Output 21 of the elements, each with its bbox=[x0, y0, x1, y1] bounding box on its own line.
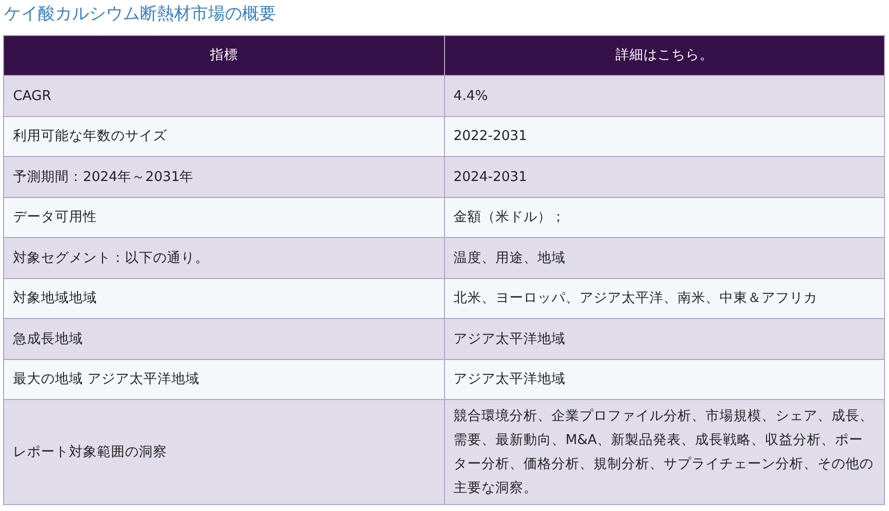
page-title: ケイ酸カルシウム断熱材市場の概要 bbox=[4, 3, 277, 26]
table-cell: 北米、ヨーロッパ、アジア太平洋、南米、中東＆アフリカ bbox=[444, 278, 884, 318]
table-cell: 競合環境分析、企業プロファイル分析、市場規模、シェア、成長、需要、最新動向、M&A、新製品発表、成長戦略、収益分析、ポーター分析、価格分析、規制分析、サプライチェーン分析、その他の主要な洞察。 bbox=[444, 400, 884, 504]
table-cell: アジア太平洋地域 bbox=[444, 318, 884, 359]
table-cell: レポート対象範囲の洞察 bbox=[4, 400, 444, 504]
table-cell: 対象セグメント：以下の通り。 bbox=[4, 238, 444, 278]
table-cell: CAGR bbox=[4, 76, 444, 116]
table-cell: 4.4% bbox=[444, 76, 884, 116]
table-cell: データ可用性 bbox=[4, 197, 444, 238]
table-cell: 2024-2031 bbox=[444, 156, 884, 197]
table-cell: 金額（米ドル）； bbox=[444, 197, 884, 238]
table-cell: 利用可能な年数のサイズ bbox=[4, 116, 444, 156]
column-header: 指標 bbox=[4, 36, 444, 76]
table-cell: 最大の地域 アジア太平洋地域 bbox=[4, 359, 444, 400]
column-header: 詳細はこちら。 bbox=[444, 36, 884, 76]
table-cell: アジア太平洋地域 bbox=[444, 359, 884, 400]
table-cell: 温度、用途、地域 bbox=[444, 238, 884, 278]
table-cell: 対象地域地域 bbox=[4, 278, 444, 318]
table-cell: 急成長地域 bbox=[4, 318, 444, 359]
table-cell: 予測期間：2024年～2031年 bbox=[4, 156, 444, 197]
table-cell: 2022-2031 bbox=[444, 116, 884, 156]
